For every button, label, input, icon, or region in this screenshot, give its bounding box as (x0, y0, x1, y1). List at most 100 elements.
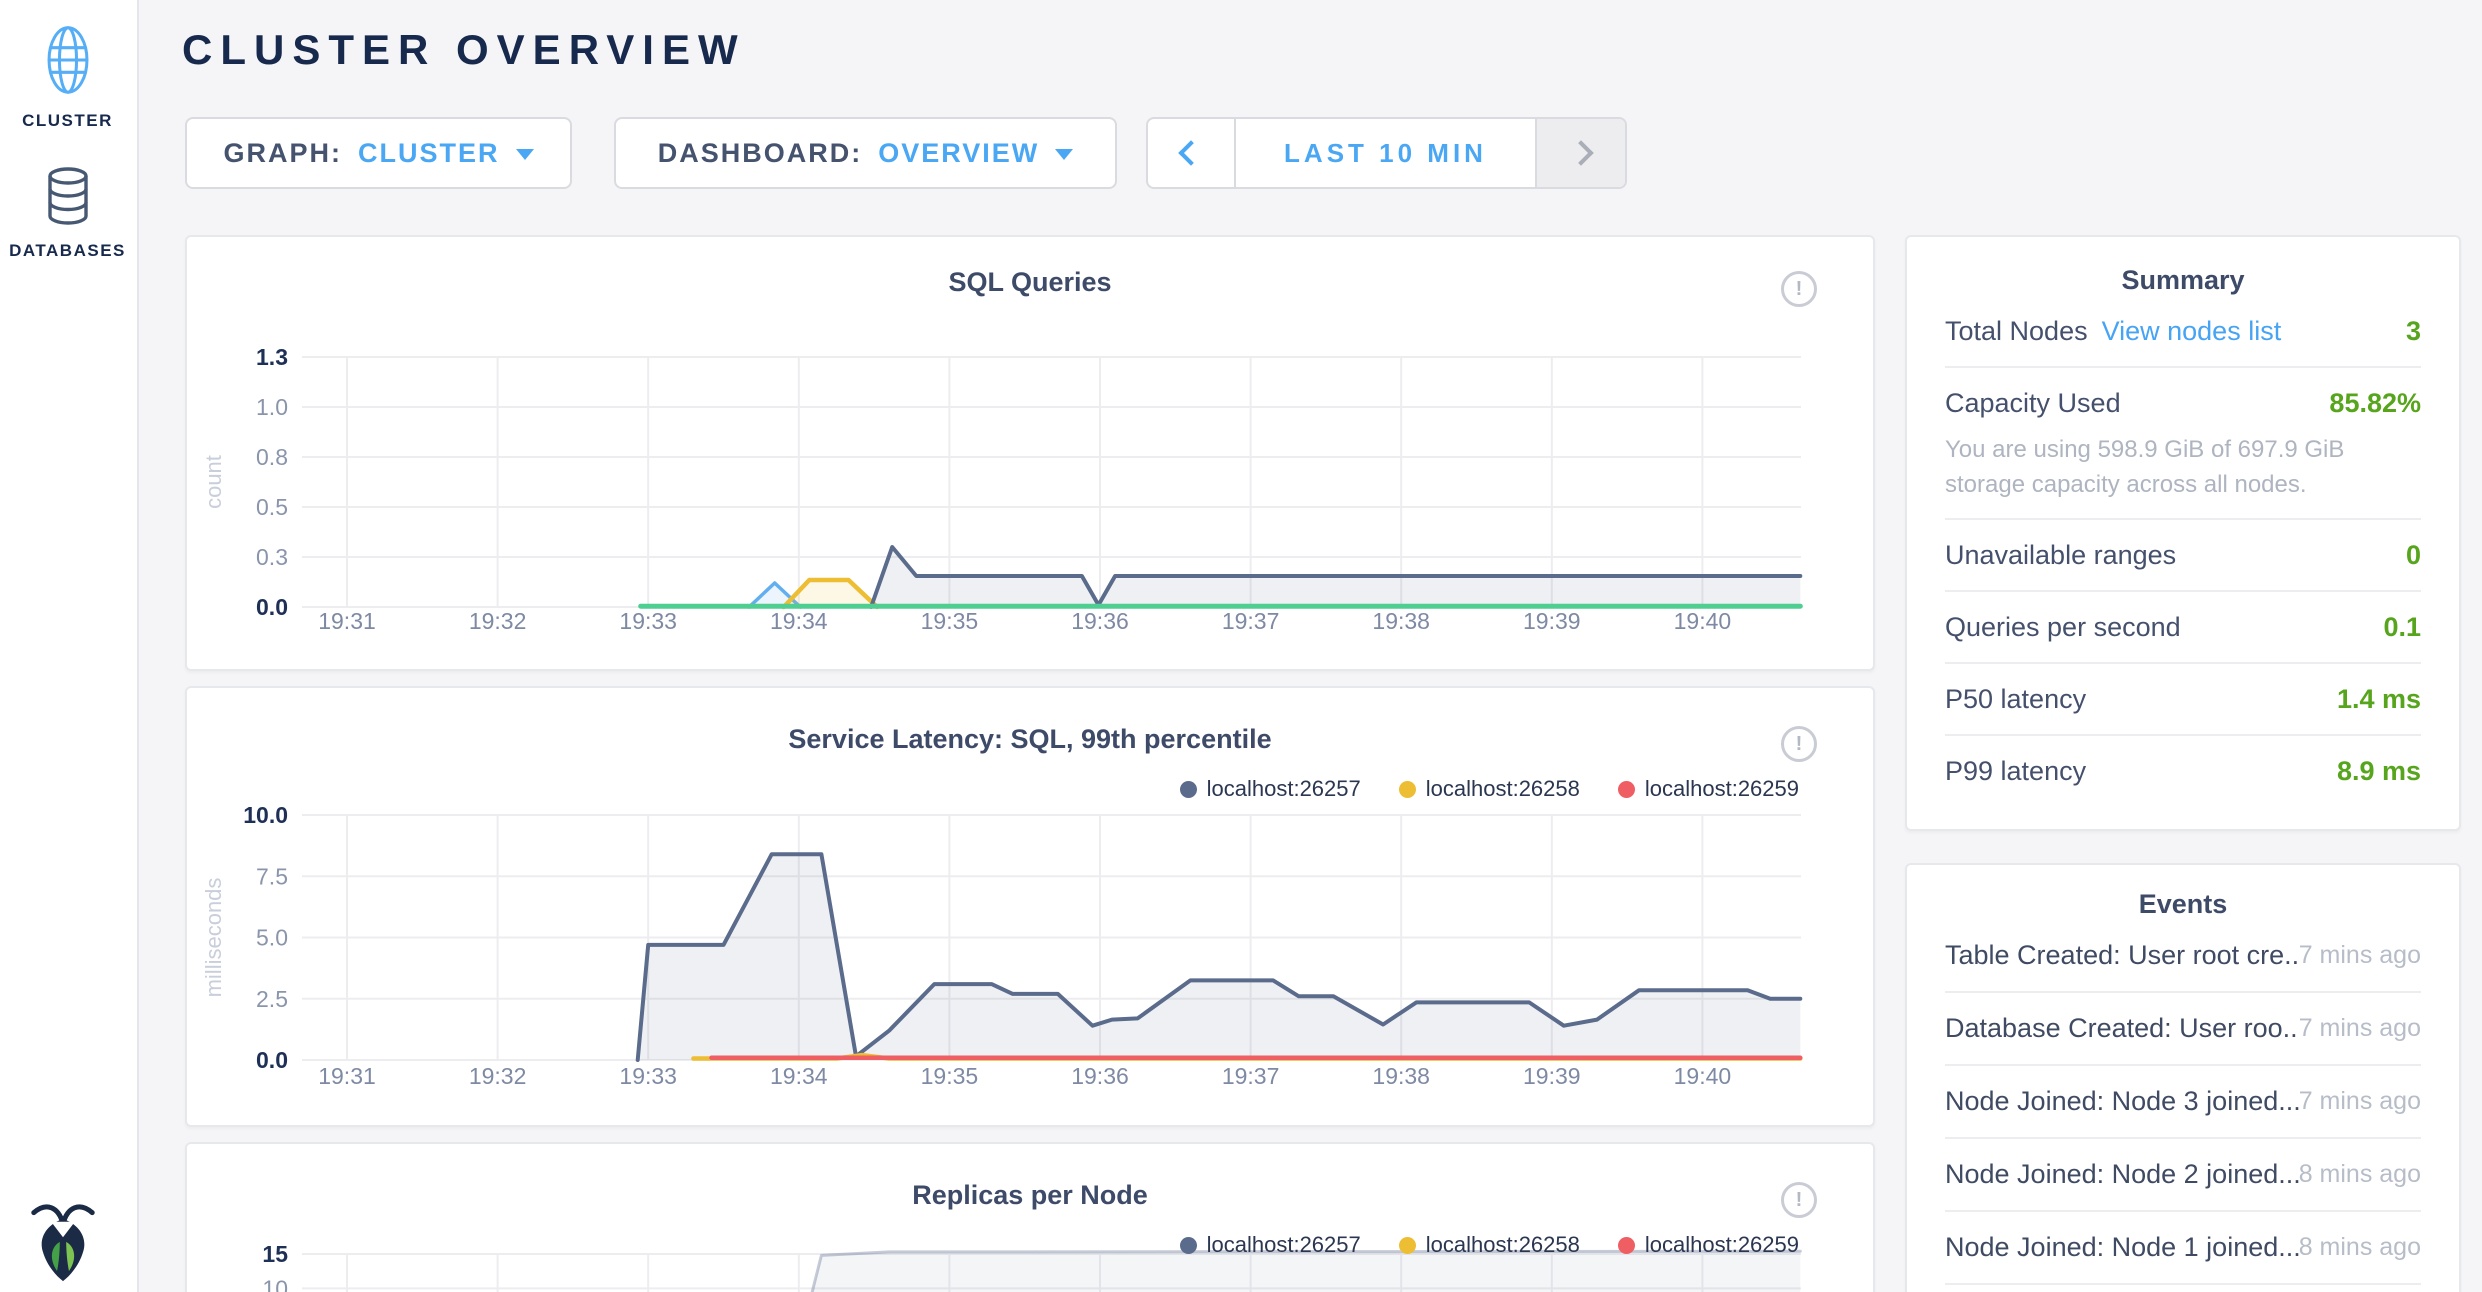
dashboard-dropdown[interactable]: DASHBOARD: OVERVIEW (614, 117, 1117, 189)
svg-text:19:40: 19:40 (1674, 1063, 1732, 1089)
event-row: Node Joined: Node 3 joined...7 mins ago (1945, 1066, 2421, 1139)
view-nodes-list-link[interactable]: View nodes list (2102, 316, 2282, 347)
info-icon[interactable]: ! (1781, 271, 1817, 307)
time-range-widget: LAST 10 MIN (1146, 117, 1627, 189)
time-range-label: LAST 10 MIN (1284, 138, 1487, 169)
caret-down-icon (1055, 149, 1073, 160)
svg-text:0.3: 0.3 (256, 544, 288, 570)
database-icon (44, 166, 92, 231)
graph-dropdown[interactable]: GRAPH: CLUSTER (185, 117, 572, 189)
event-text: Node Joined: Node 3 joined... (1945, 1086, 2299, 1117)
cockroach-logo-icon[interactable] (26, 1198, 100, 1282)
page-title: CLUSTER OVERVIEW (182, 26, 746, 74)
time-next-button[interactable] (1537, 119, 1625, 187)
summary-label: P99 latency (1945, 756, 2086, 787)
dashboard-dropdown-value: OVERVIEW (878, 138, 1039, 169)
chart-title: Replicas per Node (187, 1180, 1873, 1211)
event-time: 7 mins ago (2299, 1087, 2421, 1116)
svg-text:19:37: 19:37 (1222, 1063, 1280, 1089)
summary-value: 0 (2406, 540, 2421, 571)
svg-text:19:31: 19:31 (318, 608, 376, 634)
svg-text:milliseconds: milliseconds (201, 878, 226, 998)
chart-plot: 1.3 1.0 0.8 0.5 0.3 0.0 19:31 19:32 19:33 19:34 19… (187, 237, 1877, 673)
svg-text:19:33: 19:33 (619, 1063, 677, 1089)
svg-text:19:38: 19:38 (1372, 608, 1430, 634)
legend-dot-icon (1399, 1237, 1416, 1254)
svg-text:19:34: 19:34 (770, 608, 828, 634)
legend-item: localhost:26259 (1618, 1232, 1799, 1258)
chart-card-sql-queries: SQL Queries ! 1.3 1.0 0.8 0.5 0.3 0.0 19:31 19:… (185, 235, 1875, 671)
globe-icon (44, 24, 92, 101)
svg-text:19:39: 19:39 (1523, 608, 1581, 634)
svg-text:1.3: 1.3 (256, 344, 288, 370)
svg-text:19:36: 19:36 (1071, 608, 1129, 634)
dashboard-dropdown-label: DASHBOARD: (658, 138, 863, 169)
svg-text:19:32: 19:32 (469, 608, 527, 634)
svg-text:19:37: 19:37 (1222, 608, 1280, 634)
legend-label: localhost:26257 (1207, 776, 1361, 802)
legend-label: localhost:26259 (1645, 776, 1799, 802)
svg-text:7.5: 7.5 (256, 863, 288, 889)
svg-text:0.0: 0.0 (256, 1047, 288, 1073)
svg-text:1.0: 1.0 (256, 394, 288, 420)
event-time: 8 mins ago (2299, 1160, 2421, 1189)
summary-label: Capacity Used (1945, 388, 2121, 419)
legend-item: localhost:26258 (1399, 776, 1580, 802)
legend-item: localhost:26257 (1180, 1232, 1361, 1258)
sidebar-item-databases[interactable]: DATABASES (0, 166, 135, 261)
svg-text:5.0: 5.0 (256, 925, 288, 951)
info-icon[interactable]: ! (1781, 726, 1817, 762)
svg-text:0.5: 0.5 (256, 494, 288, 520)
legend-dot-icon (1180, 1237, 1197, 1254)
event-time: 7 mins ago (2299, 941, 2421, 970)
event-row: Database Created: User roo...7 mins ago (1945, 993, 2421, 1066)
svg-text:10: 10 (262, 1275, 288, 1292)
summary-panel: Summary Total NodesView nodes list3Capac… (1905, 235, 2461, 831)
summary-row: P99 latency8.9 ms (1945, 736, 2421, 806)
svg-text:19:39: 19:39 (1523, 1063, 1581, 1089)
summary-label: Queries per second (1945, 612, 2181, 643)
chart-card-replicas-per-node: Replicas per Node ! 151019:3119:3219:331… (185, 1142, 1875, 1292)
svg-text:19:35: 19:35 (921, 608, 979, 634)
chart-title: Service Latency: SQL, 99th percentile (187, 724, 1873, 755)
summary-row: P50 latency1.4 ms (1945, 664, 2421, 736)
legend-item: localhost:26258 (1399, 1232, 1580, 1258)
summary-row: Queries per second0.1 (1945, 592, 2421, 664)
legend-item: localhost:26257 (1180, 776, 1361, 802)
svg-text:0.0: 0.0 (256, 594, 288, 620)
svg-text:2.5: 2.5 (256, 986, 288, 1012)
svg-text:0.8: 0.8 (256, 444, 288, 470)
caret-down-icon (516, 149, 534, 160)
info-icon[interactable]: ! (1781, 1182, 1817, 1218)
sidebar-item-cluster[interactable]: CLUSTER (0, 24, 135, 131)
time-range-button[interactable]: LAST 10 MIN (1234, 119, 1537, 187)
sidebar-item-label: DATABASES (9, 241, 126, 261)
summary-subtext: You are using 598.9 GiB of 697.9 GiB sto… (1945, 432, 2421, 502)
chart-title: SQL Queries (187, 267, 1873, 298)
svg-text:19:33: 19:33 (619, 608, 677, 634)
event-time: 7 mins ago (2299, 1014, 2421, 1043)
event-text: Node Joined: Node 2 joined... (1945, 1159, 2299, 1190)
svg-text:10.0: 10.0 (243, 802, 288, 828)
svg-text:count: count (201, 455, 226, 509)
svg-text:19:40: 19:40 (1674, 608, 1732, 634)
legend-dot-icon (1180, 781, 1197, 798)
svg-text:19:36: 19:36 (1071, 1063, 1129, 1089)
time-prev-button[interactable] (1148, 119, 1234, 187)
svg-text:19:31: 19:31 (318, 1063, 376, 1089)
legend-item: localhost:26259 (1618, 776, 1799, 802)
chart-legend: localhost:26257 localhost:26258 localhost:… (1180, 1232, 1799, 1258)
legend-dot-icon (1399, 781, 1416, 798)
graph-dropdown-value: CLUSTER (358, 138, 500, 169)
event-row: Node Joined: Node 2 joined...8 mins ago (1945, 1139, 2421, 1212)
summary-label: Unavailable ranges (1945, 540, 2176, 571)
event-row: Table Created: User root cre...7 mins ag… (1945, 920, 2421, 993)
svg-text:19:35: 19:35 (921, 1063, 979, 1089)
summary-label: P50 latency (1945, 684, 2086, 715)
svg-text:15: 15 (262, 1241, 288, 1267)
summary-row: Total NodesView nodes list3 (1945, 296, 2421, 368)
legend-label: localhost:26257 (1207, 1232, 1361, 1258)
summary-row: Unavailable ranges 0 (1945, 520, 2421, 592)
summary-value: 3 (2406, 316, 2421, 347)
event-text: Node Joined: Node 1 joined... (1945, 1232, 2299, 1263)
